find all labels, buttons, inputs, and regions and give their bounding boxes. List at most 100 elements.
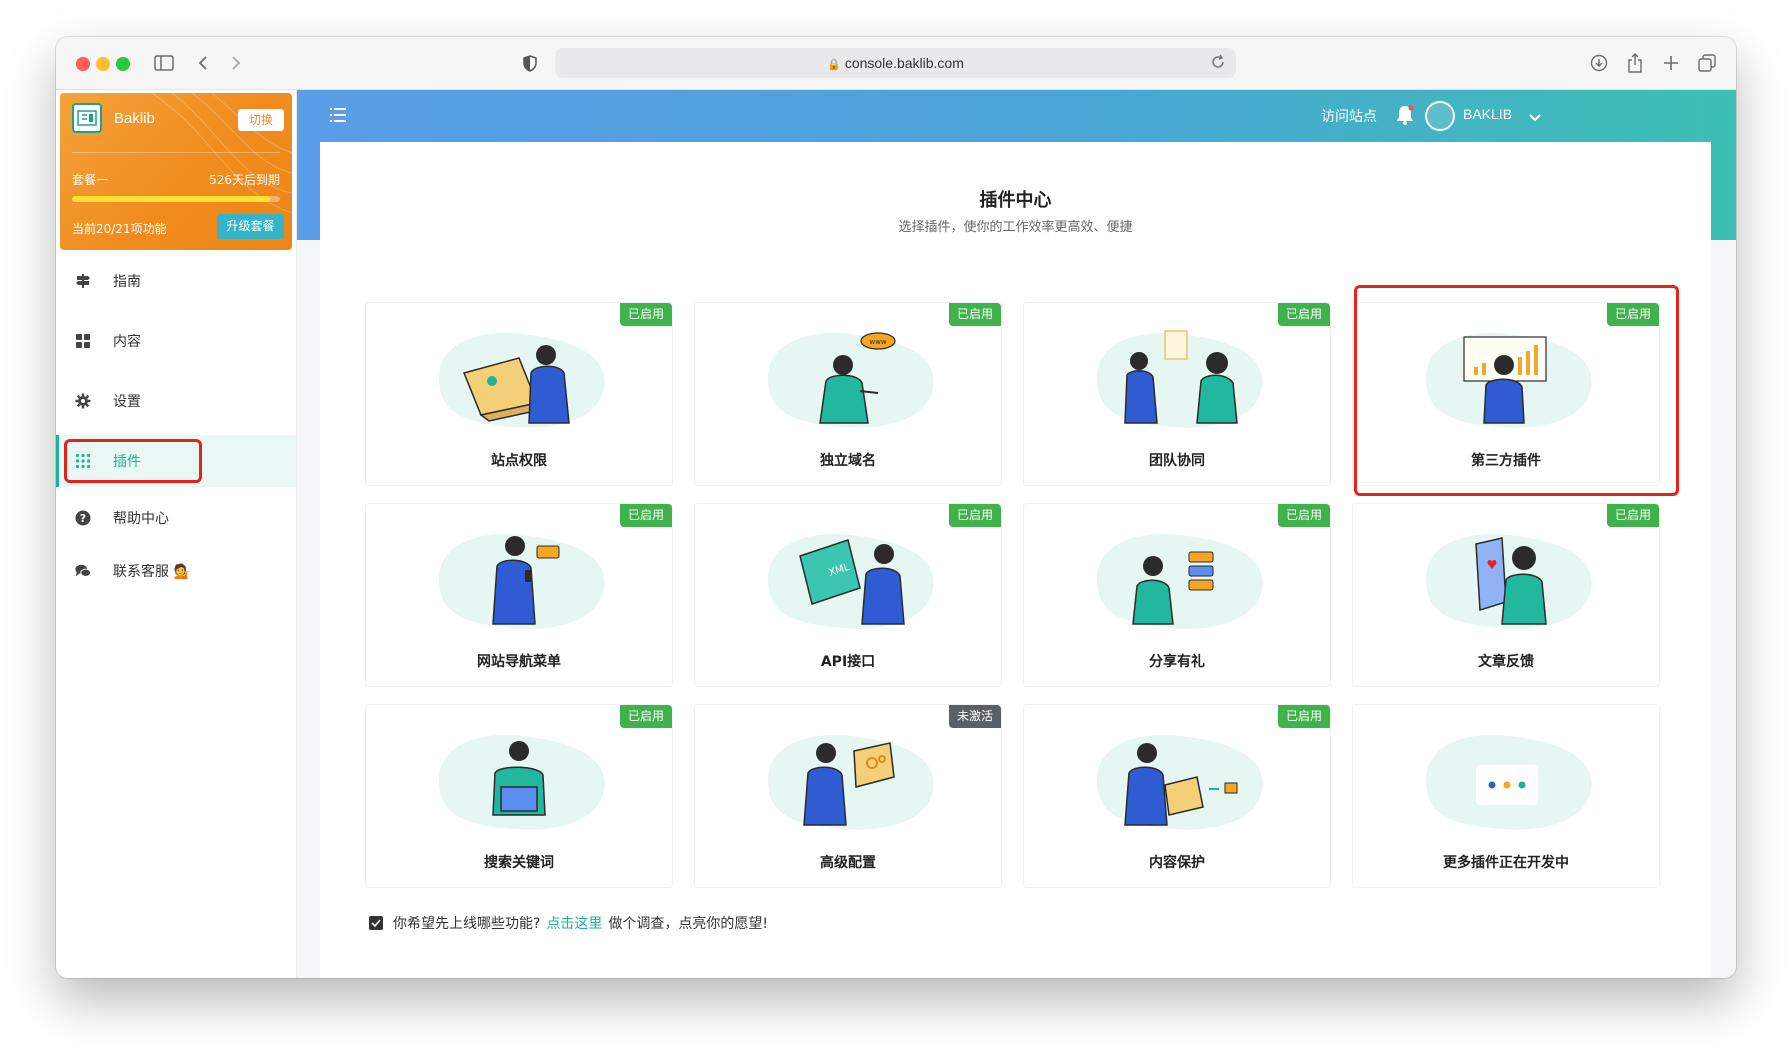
plugin-card-custom-domain[interactable]: 已启用 www 独立域名 [694, 302, 1002, 486]
tab-overview-icon[interactable] [1696, 51, 1718, 75]
plan-usage-bar [72, 196, 280, 202]
share-rewards-illustration [1097, 533, 1263, 629]
survey-suffix: 做个调查，点亮你的愿望! [608, 916, 769, 932]
page-subtitle: 选择插件，使你的工作效率更高效、便捷 [898, 220, 1133, 235]
content-protection-illustration [1097, 734, 1263, 830]
brand-name: Baklib [114, 110, 155, 127]
upgrade-plan-button[interactable]: 升级套餐 [217, 214, 284, 239]
plan-usage-fill [72, 196, 270, 202]
advanced-config-illustration [768, 734, 934, 830]
plugin-name: 高级配置 [820, 855, 876, 871]
plugin-card-api[interactable]: 已启用 XML API接口 [694, 503, 1002, 687]
sidebar-item-help[interactable]: ? 帮助中心 [56, 492, 296, 544]
top-navbar: 访问站点 BAKLIB [297, 90, 1736, 142]
plugin-name: 站点权限 [491, 453, 547, 469]
survey-prefix: 你希望先上线哪些功能? [393, 916, 541, 932]
plugin-name: API接口 [820, 654, 876, 670]
grid-icon [75, 333, 91, 349]
sidebar-item-settings[interactable]: 设置 [56, 375, 296, 427]
status-badge: 已启用 [1277, 705, 1330, 728]
user-name[interactable]: BAKLIB [1463, 106, 1512, 122]
sidebar-item-label: 联系客服 💁 [113, 564, 191, 580]
plugin-card-site-permissions[interactable]: 已启用 站点权限 [365, 302, 673, 486]
sidebar-item-guide[interactable]: 指南 [56, 255, 296, 307]
plugin-card-nav-menu[interactable]: 已启用 网站导航菜单 [365, 503, 673, 687]
nav-menu-illustration [439, 533, 605, 629]
status-badge: 已启用 [1277, 504, 1330, 527]
plugin-name: 分享有礼 [1149, 654, 1205, 670]
baklib-logo [72, 103, 102, 133]
status-badge: 已启用 [948, 504, 1001, 527]
zoom-window-button[interactable] [116, 57, 130, 71]
status-badge: 已启用 [619, 705, 672, 728]
address-text: 🔒 console.baklib.com [827, 55, 964, 71]
plugin-card-article-feedback[interactable]: 已启用 文章反馈 [1352, 503, 1660, 687]
browser-toolbar: 🔒 console.baklib.com [56, 37, 1736, 90]
plugin-card-share-rewards[interactable]: 已启用 分享有礼 [1023, 503, 1331, 687]
bell-icon[interactable] [1396, 105, 1414, 129]
checklist-icon [369, 916, 383, 930]
visit-site-link[interactable]: 访问站点 [1321, 106, 1377, 126]
back-icon[interactable] [193, 51, 213, 75]
browser-window: 🔒 console.baklib.com Baklib 切换 套餐一 526天后… [56, 37, 1736, 978]
gear-icon [75, 393, 91, 409]
plugin-name: 网站导航菜单 [477, 654, 561, 670]
plugin-card-advanced-config[interactable]: 未激活 高级配置 [694, 704, 1002, 888]
shield-icon[interactable] [520, 51, 540, 75]
plugin-name: 文章反馈 [1478, 654, 1534, 670]
more-plugins-illustration [1426, 734, 1592, 830]
status-badge: 已启用 [1277, 303, 1330, 326]
dots-grid-icon [75, 453, 91, 469]
lock-icon: 🔒 [827, 59, 841, 71]
sidebar-item-label: 设置 [113, 394, 141, 410]
sidebar: Baklib 切换 套餐一 526天后到期 当前20/21项功能 升级套餐 指南 [56, 90, 297, 978]
plugin-card-content-protection[interactable]: 已启用 内容保护 [1023, 704, 1331, 888]
app-page: Baklib 切换 套餐一 526天后到期 当前20/21项功能 升级套餐 指南 [56, 90, 1736, 978]
sidebar-item-contact[interactable]: 联系客服 💁 [56, 545, 296, 597]
sidebar-item-plugins[interactable]: 插件 [56, 435, 296, 487]
brand-card: Baklib 切换 套餐一 526天后到期 当前20/21项功能 升级套餐 [60, 93, 292, 250]
custom-domain-illustration: www [768, 332, 934, 428]
plugin-center-panel: 插件中心 选择插件，使你的工作效率更高效、便捷 已启用 站点权限 已启用 www… [320, 142, 1711, 978]
plugin-name: 第三方插件 [1471, 453, 1541, 469]
plugin-card-third-party[interactable]: 已启用 第三方插件 [1352, 302, 1660, 486]
svg-text:?: ? [80, 512, 86, 525]
third-party-illustration [1426, 332, 1592, 428]
close-window-button[interactable] [76, 57, 90, 71]
sidebar-item-label: 插件 [113, 454, 141, 470]
survey-link[interactable]: 点击这里 [546, 913, 602, 933]
plugin-name: 独立域名 [820, 453, 876, 469]
minimize-window-button[interactable] [96, 57, 110, 71]
status-badge: 已启用 [948, 303, 1001, 326]
chevron-down-icon[interactable] [1529, 108, 1541, 127]
survey-prompt: 你希望先上线哪些功能? 点击这里 做个调查，点亮你的愿望! [369, 913, 768, 933]
plugin-card-more-coming[interactable]: 更多插件正在开发中 [1352, 704, 1660, 888]
plugin-card-team-collaboration[interactable]: 已启用 团队协同 [1023, 302, 1331, 486]
reload-icon[interactable] [1210, 54, 1226, 74]
team-collaboration-illustration [1097, 330, 1263, 428]
search-keywords-illustration [439, 734, 605, 830]
sidebar-item-label: 指南 [113, 274, 141, 290]
chat-icon [75, 563, 91, 579]
menu-list-icon[interactable] [330, 107, 346, 126]
plan-expiry: 526天后到期 [209, 173, 280, 187]
sidebar-item-content[interactable]: 内容 [56, 315, 296, 367]
status-badge: 已启用 [619, 303, 672, 326]
question-icon: ? [75, 510, 91, 526]
status-badge: 已启用 [1606, 303, 1659, 326]
svg-text:www: www [869, 338, 886, 346]
plugin-name: 团队协同 [1149, 453, 1205, 469]
plugin-card-search-keywords[interactable]: 已启用 搜索关键词 [365, 704, 673, 888]
status-badge: 已启用 [619, 504, 672, 527]
address-bar[interactable]: 🔒 console.baklib.com [555, 48, 1236, 78]
status-badge: 未激活 [948, 705, 1001, 728]
download-icon[interactable] [1588, 51, 1610, 75]
new-tab-icon[interactable] [1660, 51, 1682, 75]
share-icon[interactable] [1624, 51, 1646, 75]
article-feedback-illustration [1426, 533, 1592, 629]
forward-icon[interactable] [226, 51, 246, 75]
site-permissions-illustration [439, 332, 605, 428]
switch-site-button[interactable]: 切换 [238, 109, 284, 131]
sidebar-toggle-icon[interactable] [152, 51, 176, 75]
avatar[interactable] [1425, 101, 1455, 131]
